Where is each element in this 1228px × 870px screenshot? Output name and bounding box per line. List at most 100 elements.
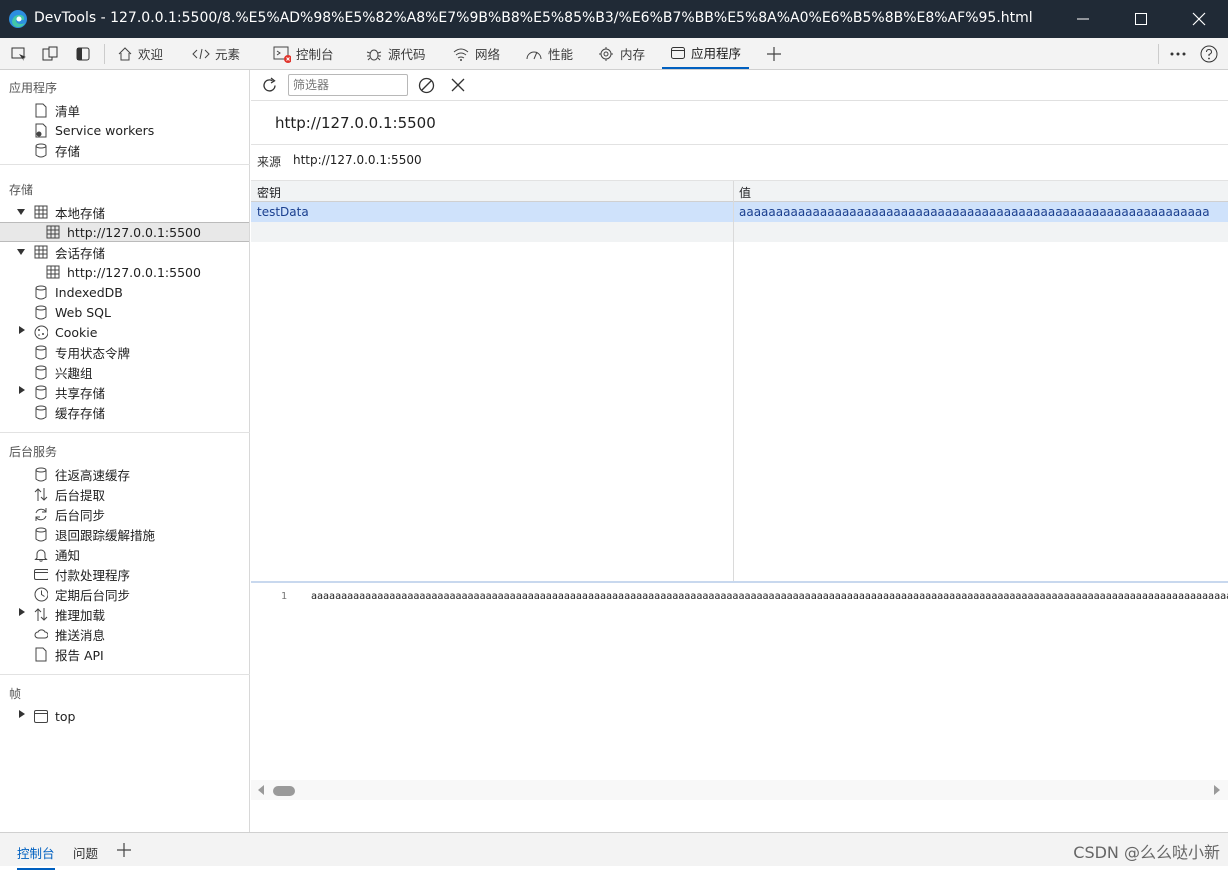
close-window-button[interactable]: [1170, 0, 1228, 38]
sidebar-item-notifications[interactable]: 通知: [34, 544, 80, 564]
column-header-value[interactable]: 值: [739, 184, 751, 201]
column-divider[interactable]: [733, 181, 734, 581]
grid-icon: [46, 224, 60, 240]
up-down-arrows-icon: [34, 606, 48, 622]
sidebar-item-cookie[interactable]: Cookie: [34, 322, 97, 342]
tab-memory[interactable]: 内存: [597, 38, 645, 69]
clear-all-button[interactable]: [416, 75, 436, 95]
gauge-icon: [526, 51, 542, 59]
origin-row: 来源 http://127.0.0.1:5500: [251, 144, 1228, 181]
sidebar-item-indexeddb[interactable]: IndexedDB: [34, 282, 123, 302]
tab-label: 网络: [475, 47, 501, 62]
column-header-key[interactable]: 密钥: [257, 184, 281, 201]
close-icon: [1192, 12, 1206, 26]
sidebar-item-push-messaging[interactable]: 推送消息: [34, 624, 105, 644]
sidebar-item-session-storage[interactable]: 会话存储: [34, 242, 105, 262]
minimize-button[interactable]: [1054, 0, 1112, 38]
database-icon: [34, 404, 48, 420]
sidebar-item-private-state-tokens[interactable]: 专用状态令牌: [34, 342, 130, 362]
database-icon: [34, 384, 48, 400]
sidebar-item-storage[interactable]: 存储: [34, 140, 80, 160]
table-row[interactable]: testData aaaaaaaaaaaaaaaaaaaaaaaaaaaaaaa…: [251, 202, 1228, 222]
drawer-add-tab-button[interactable]: [117, 843, 131, 860]
tab-label: 源代码: [388, 47, 426, 62]
storage-toolbar: [251, 70, 1228, 101]
refresh-button[interactable]: [259, 75, 279, 95]
section-title-frames: 帧: [9, 687, 22, 701]
line-number: 1: [281, 591, 288, 602]
sync-icon: [34, 506, 48, 522]
sidebar-item-bounce-tracking[interactable]: 退回跟踪缓解措施: [34, 524, 155, 544]
horizontal-scrollbar[interactable]: [251, 780, 1228, 800]
sidebar-item-frame-top[interactable]: top: [34, 706, 75, 726]
cloud-icon: [34, 626, 48, 642]
sidebar-item-websql[interactable]: Web SQL: [34, 302, 111, 322]
add-tab-button[interactable]: [764, 44, 784, 64]
tab-console[interactable]: 控制台: [273, 38, 334, 69]
grid-icon: [34, 244, 48, 260]
expand-arrow-icon[interactable]: [17, 249, 25, 255]
delete-selected-button[interactable]: [448, 75, 468, 95]
watermark: CSDN @么么哒小新: [1073, 843, 1220, 862]
sidebar-item-reporting-api[interactable]: 报告 API: [34, 644, 104, 664]
collapse-arrow-icon[interactable]: [19, 608, 25, 616]
maximize-button[interactable]: [1112, 0, 1170, 38]
sidebar-item-local-storage[interactable]: 本地存储: [34, 202, 105, 222]
cookie-icon: [34, 324, 48, 340]
sidebar-item-service-workers[interactable]: Service workers: [34, 120, 154, 140]
tab-application[interactable]: 应用程序: [662, 38, 750, 69]
sidebar-item-speculative-loads[interactable]: 推理加载: [34, 604, 105, 624]
minimize-icon: [1077, 18, 1089, 20]
sidebar-item-cache-storage[interactable]: 缓存存储: [34, 402, 105, 422]
sidebar-item-manifest[interactable]: 清单: [34, 100, 80, 120]
more-options-button[interactable]: [1168, 44, 1188, 64]
code-icon: [192, 48, 210, 59]
block-icon: [418, 77, 434, 93]
sidebar-item-shared-storage[interactable]: 共享存储: [34, 382, 105, 402]
ellipsis-icon: [1170, 52, 1186, 56]
tab-elements[interactable]: 元素: [192, 38, 240, 69]
bell-icon: [34, 546, 48, 562]
dock-side-icon[interactable]: [73, 44, 93, 64]
scroll-left-icon[interactable]: [257, 785, 265, 795]
section-title-application: 应用程序: [9, 81, 58, 95]
device-emulation-icon[interactable]: [40, 44, 60, 64]
sidebar-item-session-origin[interactable]: http://127.0.0.1:5500: [46, 262, 201, 282]
database-icon: [34, 466, 48, 482]
sidebar-item-background-sync[interactable]: 后台同步: [34, 504, 105, 524]
close-icon: [451, 78, 465, 92]
edge-logo-icon: [9, 10, 27, 28]
toolbar-separator: [1158, 44, 1159, 64]
title-bar: DevTools - 127.0.0.1:5500/8.%E5%AD%98%E5…: [0, 0, 1228, 38]
storage-table: 密钥 值 testData aaaaaaaaaaaaaaaaaaaaaaaaaa…: [251, 181, 1228, 583]
collapse-arrow-icon[interactable]: [19, 326, 25, 334]
row-value: aaaaaaaaaaaaaaaaaaaaaaaaaaaaaaaaaaaaaaaa…: [739, 205, 1209, 219]
sidebar-item-interest-groups[interactable]: 兴趣组: [34, 362, 93, 382]
collapse-arrow-icon[interactable]: [19, 386, 25, 394]
origin-value: http://127.0.0.1:5500: [293, 153, 422, 167]
sidebar-item-background-fetch[interactable]: 后台提取: [34, 484, 105, 504]
tab-welcome[interactable]: 欢迎: [117, 38, 163, 69]
inspect-element-icon[interactable]: [9, 44, 29, 64]
up-down-arrows-icon: [34, 486, 48, 502]
sidebar-item-bfcache[interactable]: 往返高速缓存: [34, 464, 130, 484]
scrollbar-thumb[interactable]: [273, 786, 295, 796]
tab-sources[interactable]: 源代码: [365, 38, 426, 69]
filter-input[interactable]: [288, 74, 408, 96]
database-icon: [34, 142, 48, 158]
tab-network[interactable]: 网络: [452, 38, 500, 69]
sidebar-item-local-origin[interactable]: http://127.0.0.1:5500: [0, 222, 249, 242]
collapse-arrow-icon[interactable]: [19, 710, 25, 718]
drawer-tab-bar: 控制台 问题 CSDN @么么哒小新: [0, 832, 1228, 870]
scroll-right-icon[interactable]: [1213, 785, 1221, 795]
drawer-tab-issues[interactable]: 问题: [73, 843, 98, 862]
chip-icon: [599, 46, 613, 61]
help-button[interactable]: [1199, 44, 1219, 64]
expand-arrow-icon[interactable]: [17, 209, 25, 215]
sidebar-item-periodic-sync[interactable]: 定期后台同步: [34, 584, 130, 604]
preview-text[interactable]: aaaaaaaaaaaaaaaaaaaaaaaaaaaaaaaaaaaaaaaa…: [311, 591, 1228, 602]
home-icon: [118, 46, 132, 60]
database-icon: [34, 526, 48, 542]
sidebar-item-payment-handler[interactable]: 付款处理程序: [34, 564, 130, 584]
tab-performance[interactable]: 性能: [525, 38, 573, 69]
